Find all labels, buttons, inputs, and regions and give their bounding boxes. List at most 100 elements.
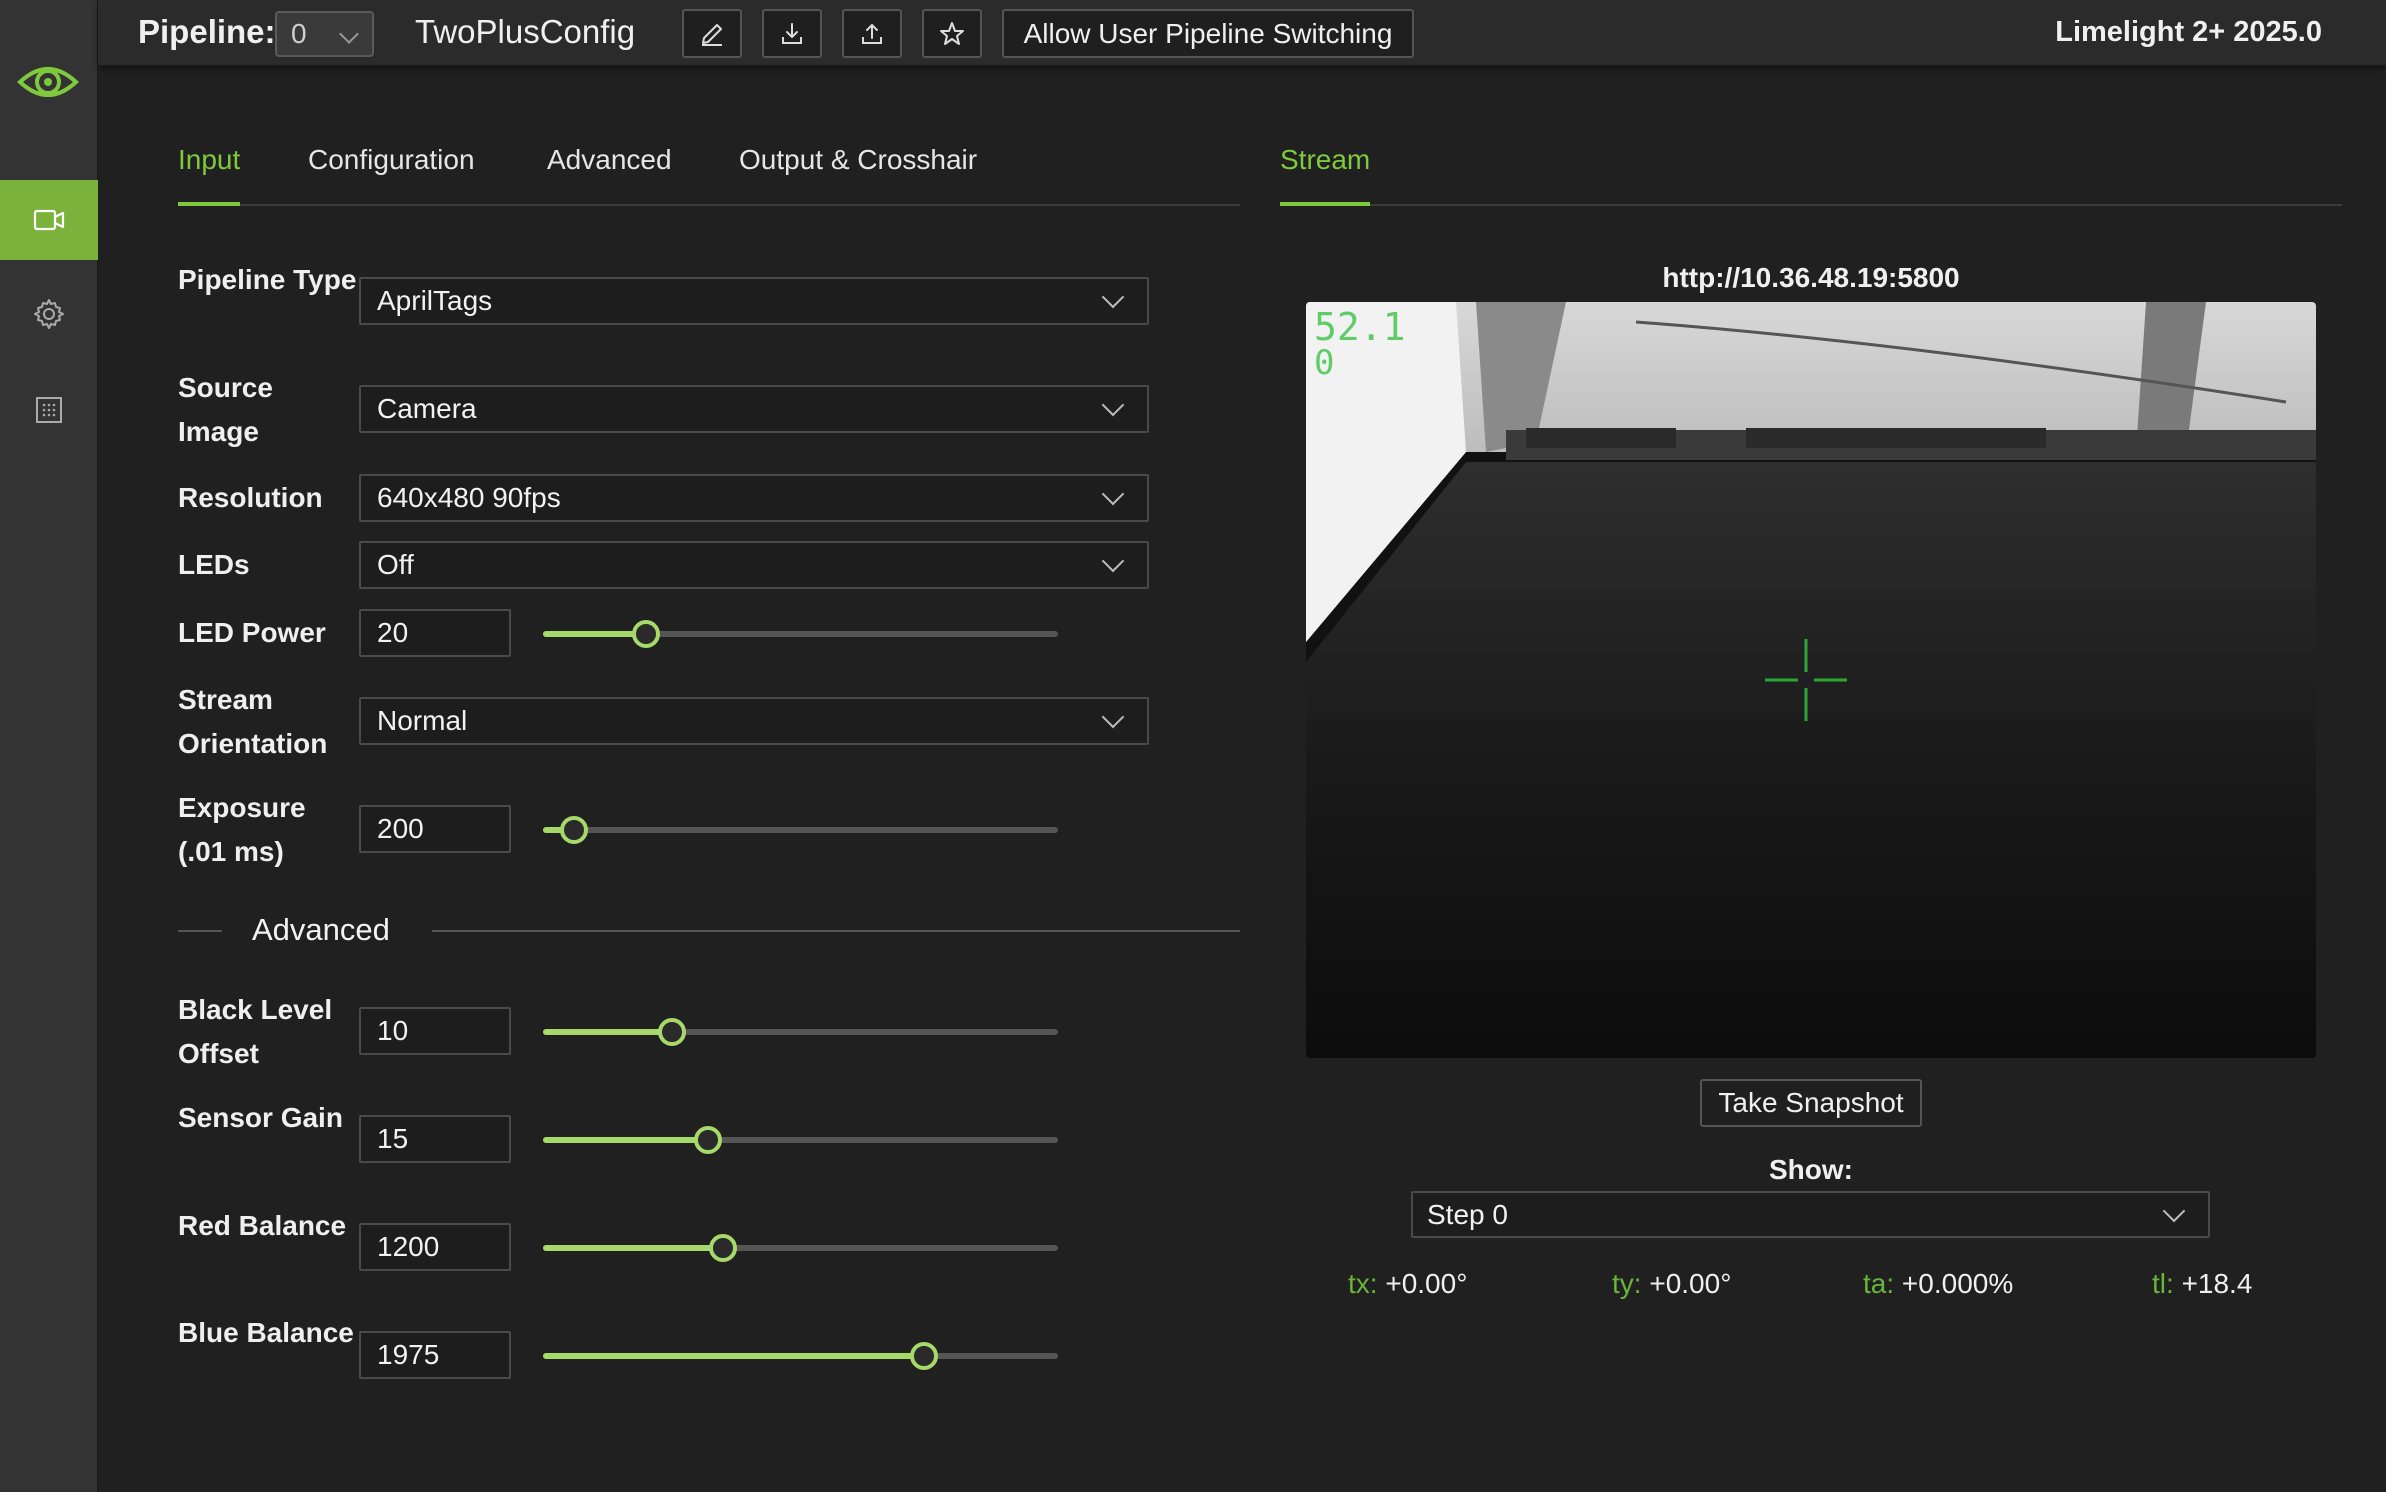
metric-tx-value: +0.00°	[1385, 1268, 1468, 1299]
sidebar-item-input[interactable]	[0, 180, 98, 260]
leds-value: Off	[377, 549, 414, 580]
chevron-down-icon	[1101, 393, 1125, 417]
red-balance-label: Red Balance	[178, 1210, 347, 1241]
favorite-button[interactable]	[922, 9, 982, 58]
slider-thumb[interactable]	[657, 1018, 686, 1046]
exposure-label: Exposure (.01 ms)	[178, 792, 306, 867]
slider-thumb[interactable]	[910, 1342, 939, 1370]
metric-tl: tl: +18.4	[2152, 1264, 2252, 1304]
edit-button[interactable]	[682, 9, 742, 58]
sensor-gain-slider[interactable]	[543, 1125, 1058, 1155]
source-image-label: Source Image	[178, 372, 273, 447]
exposure-slider[interactable]	[543, 815, 1058, 845]
pipeline-select-value: 0	[291, 18, 307, 49]
blue-balance-slider[interactable]	[543, 1341, 1058, 1371]
slider-fill	[543, 1137, 708, 1143]
slider-fill	[543, 1245, 724, 1251]
slider-fill	[543, 631, 646, 637]
resolution-label: Resolution	[178, 482, 323, 513]
metric-tx-key: tx:	[1348, 1268, 1378, 1299]
chevron-down-icon	[2162, 1199, 2186, 1223]
pipeline-type-select[interactable]: AprilTags	[359, 277, 1149, 325]
stream-url: http://10.36.48.19:5800	[1662, 262, 1960, 293]
grid-icon	[36, 397, 62, 423]
slider-thumb[interactable]	[693, 1126, 722, 1154]
stream-overlay-sub: 0	[1314, 343, 1334, 383]
advanced-section-header: Advanced	[178, 908, 1240, 952]
blue-balance-input[interactable]: 1975	[359, 1331, 511, 1379]
slider-fill	[543, 1029, 672, 1035]
tab-configuration[interactable]: Configuration	[308, 140, 475, 202]
sidebar	[0, 0, 98, 1492]
metric-tx: tx: +0.00°	[1348, 1264, 1467, 1304]
red-balance-input[interactable]: 1200	[359, 1223, 511, 1271]
stream-tabs: Stream	[1280, 140, 2342, 206]
slider-thumb[interactable]	[559, 816, 588, 844]
config-name: TwoPlusConfig	[415, 13, 636, 50]
metric-ta: ta: +0.000%	[1863, 1264, 2013, 1304]
stream-orientation-select[interactable]: Normal	[359, 697, 1149, 745]
slider-thumb[interactable]	[709, 1234, 738, 1262]
leds-select[interactable]: Off	[359, 541, 1149, 589]
metric-ta-value: +0.000%	[1901, 1268, 2014, 1299]
pipeline-select[interactable]: 0	[275, 11, 374, 57]
star-icon	[940, 21, 964, 45]
advanced-section-title: Advanced	[252, 912, 390, 947]
stream-orientation-label: Stream Orientation	[178, 684, 328, 759]
show-step-value: Step 0	[1427, 1199, 1508, 1230]
tab-output-crosshair[interactable]: Output & Crosshair	[739, 140, 977, 202]
exposure-input[interactable]: 200	[359, 805, 511, 853]
source-image-value: Camera	[377, 393, 477, 424]
edit-icon	[702, 23, 722, 46]
resolution-value: 640x480 90fps	[377, 482, 561, 513]
metric-ty-key: ty:	[1612, 1268, 1642, 1299]
show-label: Show:	[1769, 1154, 1853, 1185]
metric-tl-value: +18.4	[2181, 1268, 2253, 1299]
led-power-input[interactable]: 20	[359, 609, 511, 657]
black-level-label: Black Level Offset	[178, 994, 333, 1069]
leds-label: LEDs	[178, 549, 250, 580]
chevron-down-icon	[1101, 285, 1125, 309]
download-button[interactable]	[762, 9, 822, 58]
sidebar-item-grid[interactable]	[0, 370, 98, 450]
show-step-select[interactable]: Step 0	[1411, 1191, 2210, 1238]
led-power-slider[interactable]	[543, 619, 1058, 649]
limelight-eye-icon[interactable]	[16, 50, 80, 114]
pipeline-type-value: AprilTags	[377, 285, 493, 316]
gear-icon	[34, 299, 64, 329]
source-image-select[interactable]: Camera	[359, 385, 1149, 433]
sensor-gain-label: Sensor Gain	[178, 1102, 343, 1133]
pipeline-type-label: Pipeline Type	[178, 264, 357, 295]
tab-stream[interactable]: Stream	[1280, 140, 1371, 206]
metric-ty: ty: +0.00°	[1612, 1264, 1731, 1304]
resolution-select[interactable]: 640x480 90fps	[359, 474, 1149, 522]
chevron-down-icon	[1101, 549, 1125, 573]
led-power-label: LED Power	[178, 617, 326, 648]
sidebar-item-settings[interactable]	[0, 274, 98, 354]
chevron-down-icon	[1101, 482, 1125, 506]
pipeline-label: Pipeline:	[138, 13, 276, 50]
tab-input[interactable]: Input	[178, 140, 241, 206]
black-level-slider[interactable]	[543, 1017, 1058, 1047]
black-level-input[interactable]: 10	[359, 1007, 511, 1055]
upload-button[interactable]	[842, 9, 902, 58]
slider-fill	[543, 1353, 925, 1359]
version-label: Limelight 2+ 2025.0	[2055, 16, 2322, 48]
upload-icon	[862, 23, 882, 44]
red-balance-slider[interactable]	[543, 1233, 1058, 1263]
top-bar: Pipeline: 0 TwoPlusConfig Allow User Pip…	[98, 0, 2386, 66]
chevron-down-icon	[339, 24, 359, 44]
download-icon	[782, 22, 802, 44]
divider	[178, 930, 222, 932]
sensor-gain-input[interactable]: 15	[359, 1115, 511, 1163]
slider-thumb[interactable]	[632, 620, 660, 648]
divider	[432, 930, 1240, 932]
camera-stream[interactable]: 52.1 0	[1306, 302, 2316, 1058]
metric-tl-key: tl:	[2152, 1268, 2174, 1299]
blue-balance-label: Blue Balance	[178, 1317, 354, 1348]
camera-stream-image: 52.1 0	[1306, 302, 2316, 1058]
allow-pipeline-switching-button[interactable]: Allow User Pipeline Switching	[1002, 9, 1414, 58]
settings-tabs: Input Configuration Advanced Output & Cr…	[178, 140, 1240, 206]
tab-advanced[interactable]: Advanced	[547, 140, 672, 202]
take-snapshot-button[interactable]: Take Snapshot	[1700, 1079, 1922, 1127]
